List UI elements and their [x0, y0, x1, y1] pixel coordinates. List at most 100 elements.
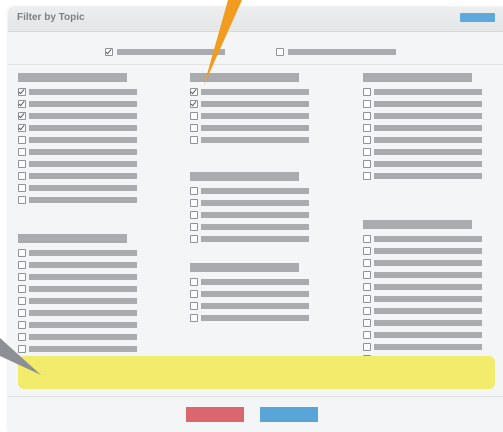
topic-checkbox[interactable] — [18, 196, 26, 204]
topic-checkbox[interactable] — [363, 331, 371, 339]
topic-option[interactable] — [190, 235, 340, 243]
topic-checkbox[interactable] — [18, 285, 26, 293]
topic-option[interactable] — [190, 302, 340, 310]
topic-option[interactable] — [363, 319, 503, 327]
topic-option[interactable] — [190, 314, 340, 322]
topic-checkbox[interactable] — [18, 333, 26, 341]
topic-option[interactable] — [363, 259, 503, 267]
topic-option[interactable] — [18, 196, 168, 204]
topic-checkbox[interactable] — [363, 148, 371, 156]
header-action-button[interactable] — [460, 13, 495, 22]
topic-checkbox[interactable] — [190, 124, 198, 132]
topic-checkbox[interactable] — [18, 273, 26, 281]
topic-checkbox[interactable] — [18, 148, 26, 156]
topic-option[interactable] — [363, 283, 503, 291]
cancel-button[interactable] — [186, 407, 244, 422]
topic-checkbox[interactable] — [190, 88, 198, 96]
topic-checkbox[interactable] — [18, 100, 26, 108]
topic-checkbox[interactable] — [190, 314, 198, 322]
topic-checkbox[interactable] — [190, 211, 198, 219]
topic-checkbox[interactable] — [190, 199, 198, 207]
topic-option[interactable] — [363, 271, 503, 279]
topic-checkbox[interactable] — [18, 124, 26, 132]
topic-option[interactable] — [190, 199, 340, 207]
apply-button[interactable] — [260, 407, 318, 422]
topic-option[interactable] — [363, 160, 503, 168]
topic-option[interactable] — [190, 223, 340, 231]
topic-checkbox[interactable] — [18, 184, 26, 192]
topic-option[interactable] — [190, 88, 340, 96]
topic-checkbox[interactable] — [363, 136, 371, 144]
topic-checkbox[interactable] — [190, 187, 198, 195]
topic-option[interactable] — [363, 100, 503, 108]
topic-checkbox[interactable] — [190, 302, 198, 310]
topic-checkbox[interactable] — [363, 307, 371, 315]
topic-option[interactable] — [363, 235, 503, 243]
topic-option[interactable] — [190, 278, 340, 286]
topic-option[interactable] — [190, 187, 340, 195]
topic-checkbox[interactable] — [190, 290, 198, 298]
topic-option[interactable] — [190, 100, 340, 108]
topic-checkbox[interactable] — [363, 283, 371, 291]
topic-checkbox[interactable] — [190, 136, 198, 144]
topic-checkbox[interactable] — [18, 345, 26, 353]
topic-checkbox[interactable] — [363, 88, 371, 96]
topic-checkbox[interactable] — [18, 88, 26, 96]
topic-option[interactable] — [363, 112, 503, 120]
topic-option[interactable] — [18, 172, 168, 180]
topic-option[interactable] — [190, 211, 340, 219]
topic-option[interactable] — [18, 345, 168, 353]
topic-checkbox[interactable] — [18, 321, 26, 329]
topic-checkbox[interactable] — [363, 160, 371, 168]
topic-checkbox[interactable] — [363, 172, 371, 180]
topic-checkbox[interactable] — [18, 136, 26, 144]
topic-option[interactable] — [363, 247, 503, 255]
topic-checkbox[interactable] — [190, 223, 198, 231]
topic-option[interactable] — [18, 249, 168, 257]
topic-checkbox[interactable] — [363, 319, 371, 327]
topic-checkbox[interactable] — [18, 297, 26, 305]
topic-checkbox[interactable] — [190, 100, 198, 108]
topic-option[interactable] — [363, 88, 503, 96]
topic-option[interactable] — [190, 112, 340, 120]
topic-option[interactable] — [18, 261, 168, 269]
topic-checkbox[interactable] — [363, 295, 371, 303]
topic-checkbox[interactable] — [363, 235, 371, 243]
topic-option[interactable] — [363, 148, 503, 156]
topic-option[interactable] — [18, 100, 168, 108]
topic-option[interactable] — [363, 331, 503, 339]
topic-option[interactable] — [190, 290, 340, 298]
select-all-checkbox[interactable] — [105, 48, 113, 56]
topic-option[interactable] — [18, 148, 168, 156]
topic-checkbox[interactable] — [363, 247, 371, 255]
topic-option[interactable] — [363, 136, 503, 144]
topic-checkbox[interactable] — [363, 271, 371, 279]
topic-checkbox[interactable] — [18, 261, 26, 269]
topic-checkbox[interactable] — [18, 160, 26, 168]
topic-checkbox[interactable] — [363, 259, 371, 267]
topic-checkbox[interactable] — [363, 343, 371, 351]
topic-checkbox[interactable] — [190, 278, 198, 286]
topic-option[interactable] — [18, 112, 168, 120]
deselect-all-checkbox[interactable] — [276, 48, 284, 56]
topic-option[interactable] — [18, 297, 168, 305]
topic-option[interactable] — [363, 124, 503, 132]
topic-option[interactable] — [190, 136, 340, 144]
topic-checkbox[interactable] — [18, 172, 26, 180]
topic-checkbox[interactable] — [18, 112, 26, 120]
topic-option[interactable] — [18, 124, 168, 132]
topic-option[interactable] — [18, 309, 168, 317]
topic-option[interactable] — [18, 88, 168, 96]
topic-option[interactable] — [363, 172, 503, 180]
topic-checkbox[interactable] — [190, 235, 198, 243]
topic-checkbox[interactable] — [190, 112, 198, 120]
topic-checkbox[interactable] — [363, 112, 371, 120]
topic-checkbox[interactable] — [18, 309, 26, 317]
topic-checkbox[interactable] — [363, 124, 371, 132]
topic-option[interactable] — [18, 333, 168, 341]
topic-option[interactable] — [18, 285, 168, 293]
topic-option[interactable] — [18, 321, 168, 329]
topic-option[interactable] — [363, 307, 503, 315]
topic-option[interactable] — [190, 124, 340, 132]
topic-option[interactable] — [363, 295, 503, 303]
